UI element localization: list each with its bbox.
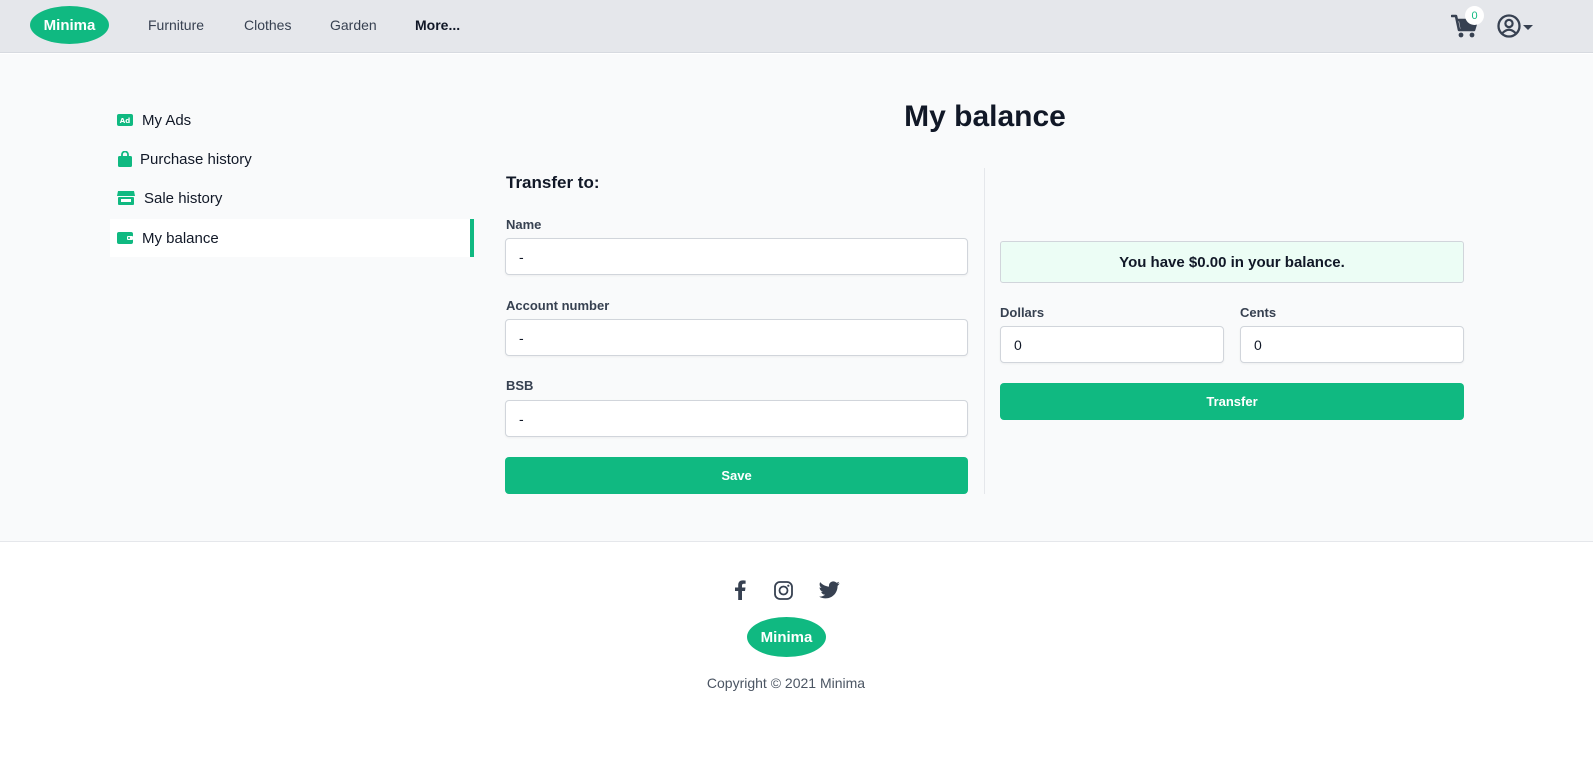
user-circle-icon xyxy=(1497,14,1533,38)
sidebar-item-my-ads[interactable]: Ad My Ads xyxy=(110,101,474,139)
save-button[interactable]: Save xyxy=(505,457,968,494)
cart-count-badge: 0 xyxy=(1465,6,1484,25)
sidebar-item-label: Purchase history xyxy=(140,150,252,168)
dollars-field[interactable] xyxy=(1000,326,1224,363)
sidebar-item-sale-history[interactable]: Sale history xyxy=(110,179,474,217)
store-icon xyxy=(117,190,135,206)
user-menu-button[interactable] xyxy=(1496,13,1536,39)
name-label: Name xyxy=(506,217,542,232)
copyright-text: Copyright © 2021 Minima xyxy=(706,675,866,691)
main-content: Ad My Ads Purchase history Sale history … xyxy=(0,54,1593,542)
brand-logo[interactable]: Minima xyxy=(30,6,109,44)
bsb-label: BSB xyxy=(506,378,534,393)
footer: Minima Copyright © 2021 Minima xyxy=(0,543,1593,773)
balance-message: You have $0.00 in your balance. xyxy=(1000,241,1464,283)
account-number-field[interactable] xyxy=(505,319,968,356)
transfer-button[interactable]: Transfer xyxy=(1000,383,1464,420)
instagram-icon[interactable] xyxy=(772,579,794,601)
column-divider xyxy=(984,168,985,494)
nav-garden[interactable]: Garden xyxy=(330,17,377,33)
transfer-heading: Transfer to: xyxy=(506,173,600,192)
footer-logo[interactable]: Minima xyxy=(747,617,826,657)
facebook-icon[interactable] xyxy=(729,579,751,601)
sidebar-item-purchase-history[interactable]: Purchase history xyxy=(110,140,474,178)
bsb-field[interactable] xyxy=(505,400,968,437)
chevron-down-icon xyxy=(1523,25,1533,30)
top-navbar: Minima Furniture Clothes Garden More... … xyxy=(0,0,1593,53)
cents-label: Cents xyxy=(1240,305,1277,320)
page-title: My balance xyxy=(904,100,1066,133)
twitter-icon[interactable] xyxy=(818,579,840,601)
nav-more[interactable]: More... xyxy=(415,17,460,33)
sidebar-item-label: My balance xyxy=(142,229,219,247)
sidebar-item-my-balance[interactable]: My balance xyxy=(110,219,474,257)
nav-clothes[interactable]: Clothes xyxy=(244,17,291,33)
shopping-bag-icon xyxy=(117,151,133,167)
svg-text:Ad: Ad xyxy=(120,117,130,125)
account-number-label: Account number xyxy=(506,298,610,313)
wallet-icon xyxy=(117,230,133,246)
name-field[interactable] xyxy=(505,238,968,275)
nav-furniture[interactable]: Furniture xyxy=(148,17,204,33)
sidebar-item-label: Sale history xyxy=(144,189,223,207)
sidebar-item-label: My Ads xyxy=(142,111,192,129)
dollars-label: Dollars xyxy=(1000,305,1045,320)
ad-icon: Ad xyxy=(117,112,133,128)
cents-field[interactable] xyxy=(1240,326,1464,363)
